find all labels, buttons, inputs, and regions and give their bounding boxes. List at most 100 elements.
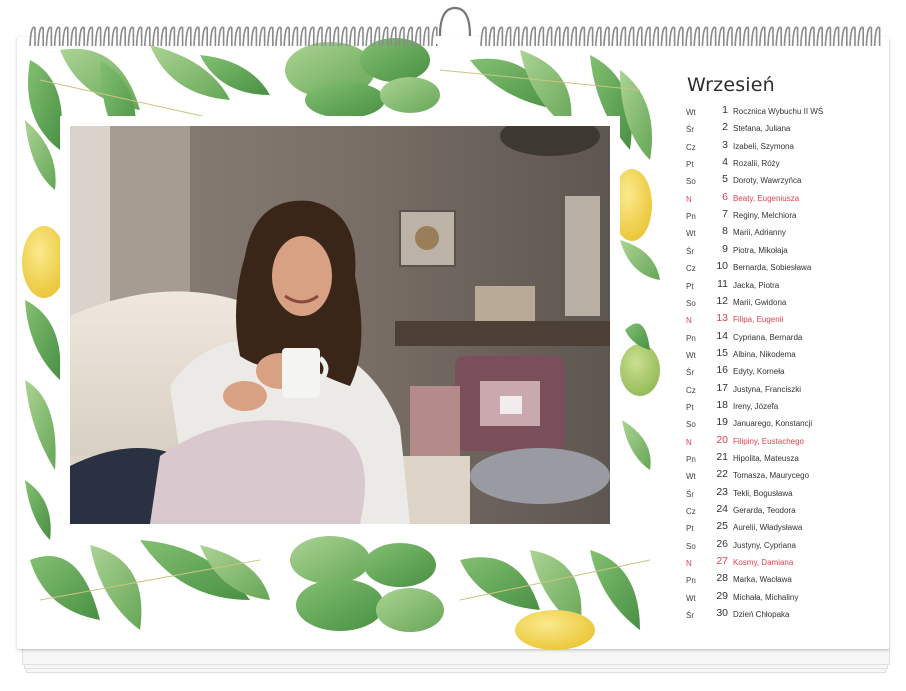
day-of-week: N: [686, 559, 692, 569]
day-of-week: Wt: [686, 350, 696, 360]
day-number: 15: [716, 346, 728, 359]
day-number: 11: [717, 277, 728, 290]
name-day: Hipolita, Mateusza: [733, 454, 799, 463]
day-row: Śr 23 Tekli, Bogusława: [686, 486, 866, 503]
day-of-week: So: [686, 298, 696, 308]
day-of-week: Śr: [686, 611, 694, 621]
name-day: Marii, Gwidona: [733, 297, 787, 307]
day-of-week: Pt: [686, 160, 694, 170]
day-of-week: Pt: [686, 402, 694, 412]
day-number: 21: [716, 451, 728, 463]
day-number: 27: [716, 555, 728, 568]
calendar-photo: [70, 126, 610, 524]
day-number: 6: [722, 190, 728, 203]
day-row: Pn 7 Reginy, Melchiora: [686, 208, 866, 225]
day-number: 12: [716, 294, 728, 307]
name-day: Filipiny, Eustachego: [733, 436, 804, 446]
day-row: N 27 Kosmy, Damiana: [686, 555, 866, 572]
name-day: Beaty, Eugeniusza: [733, 193, 800, 203]
day-row: Wt 8 Marii, Adrianny: [686, 225, 866, 242]
day-number: 10: [716, 260, 728, 273]
day-number: 23: [716, 485, 728, 498]
day-row: Pt 25 Aurelii, Władysława: [686, 520, 866, 537]
day-number: 29: [716, 589, 728, 602]
day-of-week: Wt: [686, 229, 696, 239]
day-row: N 13 Filipa, Eugenii: [686, 312, 866, 329]
day-number: 18: [716, 398, 728, 411]
day-of-week: Śr: [686, 489, 694, 499]
name-day: Justyna, Franciszki: [733, 384, 802, 394]
name-day: Ireny, Józefa: [733, 401, 779, 411]
day-number: 14: [716, 329, 728, 342]
day-of-week: So: [686, 420, 696, 430]
day-number: 22: [716, 468, 728, 481]
day-number: 16: [716, 364, 728, 377]
name-day: Izabeli, Szymona: [733, 141, 794, 151]
day-row: Śr 2 Stefana, Juliana: [686, 121, 866, 138]
name-day: Piotra, Mikołaja: [733, 245, 788, 255]
name-day: Januarego, Konstancji: [733, 419, 813, 429]
day-number: 25: [716, 520, 728, 533]
day-of-week: Śr: [686, 246, 694, 256]
day-of-week: So: [686, 177, 696, 187]
name-day: Bernarda, Sobiesława: [733, 263, 812, 273]
day-of-week: N: [686, 437, 692, 447]
name-day: Reginy, Melchiora: [733, 211, 797, 221]
name-day: Marii, Adrianny: [733, 228, 786, 238]
name-day: Dzień Chłopaka: [733, 610, 790, 620]
day-row: Pn 28 Marka, Wacława: [686, 572, 866, 589]
name-day: Tomasza, Maurycego: [733, 471, 810, 481]
wall-hanger-icon: [438, 6, 472, 37]
name-day: Aurelii, Władysława: [733, 523, 803, 533]
day-number: 28: [716, 572, 728, 585]
name-day: Gerarda, Teodora: [733, 506, 796, 516]
name-day: Justyny, Cypriana: [733, 540, 796, 550]
day-row: Wt 22 Tomasza, Maurycego: [686, 468, 866, 485]
day-number: 3: [722, 138, 728, 151]
day-row: So 12 Marii, Gwidona: [686, 295, 866, 312]
day-number: 20: [716, 433, 728, 446]
day-of-week: Cz: [686, 142, 696, 152]
day-row: Cz 3 Izabeli, Szymona: [686, 139, 866, 156]
day-row: Cz 24 Gerarda, Teodora: [686, 503, 866, 520]
name-day: Jacka, Piotra: [733, 280, 780, 290]
day-number: 24: [716, 503, 728, 516]
day-of-week: So: [686, 541, 696, 551]
day-of-week: Wt: [686, 472, 696, 482]
day-row: Śr 9 Piotra, Mikołaja: [686, 243, 866, 260]
day-number: 17: [716, 381, 728, 394]
day-number: 2: [722, 121, 728, 134]
day-number: 1: [722, 104, 728, 116]
day-row: Cz 10 Bernarda, Sobiesława: [686, 260, 866, 277]
day-number: 13: [716, 312, 728, 325]
day-row: So 5 Doroty, Wawrzyńca: [686, 173, 866, 190]
day-row: Śr 16 Edyty, Korneła: [686, 364, 866, 381]
day-of-week: N: [686, 316, 692, 326]
name-day: Cypriana, Bernarda: [733, 332, 803, 342]
day-of-week: Pn: [686, 576, 696, 586]
day-number: 26: [716, 537, 728, 550]
day-row: N 20 Filipiny, Eustachego: [686, 434, 866, 451]
name-day: Edyty, Korneła: [733, 367, 785, 377]
name-day: Marka, Wacława: [733, 575, 792, 585]
day-number: 4: [722, 156, 728, 169]
name-day: Stefana, Juliana: [733, 124, 791, 134]
name-day: Rocznica Wybuchu II WŚ: [733, 107, 824, 116]
month-title: Wrzesień: [687, 74, 775, 96]
day-row: Pn 14 Cypriana, Bernarda: [686, 330, 866, 347]
day-of-week: Cz: [686, 507, 696, 517]
day-number: 19: [716, 416, 728, 429]
day-row: So 26 Justyny, Cypriana: [686, 538, 866, 555]
day-of-week: Pn: [686, 455, 696, 464]
day-of-week: Śr: [686, 125, 694, 135]
spiral-binding-icon: [29, 6, 881, 47]
day-row: Wt 15 Albina, Nikodema: [686, 347, 866, 364]
day-row: Cz 17 Justyna, Franciszki: [686, 382, 866, 399]
name-day: Kosmy, Damiana: [733, 558, 794, 568]
day-of-week: Cz: [686, 264, 696, 274]
day-row: Pt 11 Jacka, Piotra: [686, 278, 866, 295]
day-of-week: Pt: [686, 281, 694, 291]
name-day: Michała, Michaliny: [733, 592, 799, 602]
day-row: So 19 Januarego, Konstancji: [686, 416, 866, 433]
day-number: 7: [722, 208, 728, 221]
